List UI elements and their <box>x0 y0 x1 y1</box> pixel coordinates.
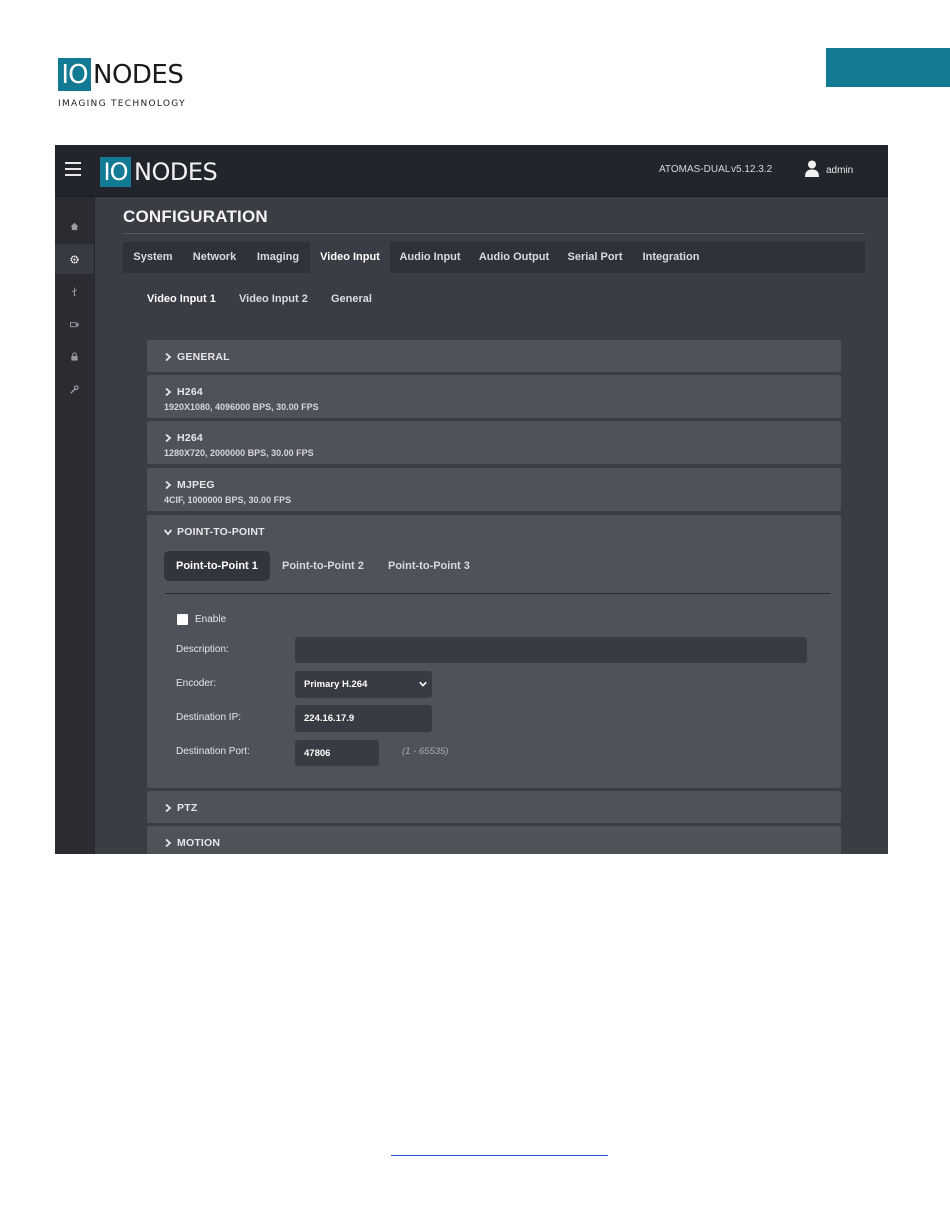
chevron-right-icon <box>165 353 172 361</box>
section-ptz[interactable]: PTZ <box>147 791 841 823</box>
section-h264-secondary[interactable]: H264 1280X720, 2000000 BPS, 30.00 FPS <box>147 421 841 464</box>
title-divider <box>123 233 865 234</box>
encoder-selected-value: Primary H.264 <box>304 679 368 690</box>
user-name[interactable]: admin <box>826 165 853 176</box>
tab-audio-output[interactable]: Audio Output <box>470 242 558 273</box>
destination-port-label: Destination Port: <box>176 746 250 757</box>
section-header[interactable]: PTZ <box>164 802 197 814</box>
section-point-to-point: POINT-TO-POINT Point-to-Point 1 Point-to… <box>147 515 841 788</box>
section-summary: 4CIF, 1000000 BPS, 30.00 FPS <box>164 495 292 505</box>
section-mjpeg[interactable]: MJPEG 4CIF, 1000000 BPS, 30.00 FPS <box>147 468 841 511</box>
description-label: Description: <box>176 644 229 655</box>
tab-video-input[interactable]: Video Input <box>310 242 390 273</box>
subtab-video-input-2[interactable]: Video Input 2 <box>239 293 308 305</box>
section-header[interactable]: H264 <box>164 432 203 444</box>
section-title: H264 <box>177 432 203 444</box>
lock-icon <box>71 351 78 361</box>
tab-point-to-point-2[interactable]: Point-to-Point 2 <box>270 551 376 581</box>
sidebar-item-configuration[interactable] <box>55 244 94 274</box>
sidebar-item-home[interactable] <box>55 211 94 241</box>
tab-integration[interactable]: Integration <box>632 242 710 273</box>
section-title: H264 <box>177 386 203 398</box>
section-h264-primary[interactable]: H264 1920X1080, 4096000 BPS, 30.00 FPS <box>147 375 841 418</box>
section-title: MOTION <box>177 837 221 849</box>
tab-audio-input[interactable]: Audio Input <box>390 242 470 273</box>
document-header-tab <box>826 48 950 87</box>
document-logo: IO NODES IMAGING TECHNOLOGY <box>58 58 186 109</box>
destination-ip-input[interactable]: 224.16.17.9 <box>295 705 432 732</box>
section-summary: 1280X720, 2000000 BPS, 30.00 FPS <box>164 448 314 458</box>
subtab-video-input-1[interactable]: Video Input 1 <box>147 293 216 305</box>
sidebar-item-security[interactable] <box>55 341 94 371</box>
chevron-right-icon <box>165 481 172 489</box>
description-input[interactable] <box>295 637 807 663</box>
tab-system[interactable]: System <box>123 242 183 273</box>
destination-port-input[interactable]: 47806 <box>295 740 379 766</box>
chevron-right-icon <box>165 804 172 812</box>
section-title: GENERAL <box>177 351 230 363</box>
chevron-right-icon <box>165 839 172 847</box>
sidebar <box>55 197 95 854</box>
section-motion[interactable]: MOTION <box>147 826 841 854</box>
encoder-select[interactable]: Primary H.264 <box>295 671 432 698</box>
logo-io-mark: IO <box>58 58 91 91</box>
port-range-hint: (1 - 65535) <box>402 746 449 757</box>
destination-ip-label: Destination IP: <box>176 712 242 723</box>
tab-divider <box>165 593 830 594</box>
section-general[interactable]: GENERAL <box>147 340 841 372</box>
video-input-panel: Video Input 1 Video Input 2 General GENE… <box>123 273 865 854</box>
section-title: POINT-TO-POINT <box>177 526 265 538</box>
tab-network[interactable]: Network <box>183 242 246 273</box>
chevron-down-icon <box>419 681 427 687</box>
wrench-icon <box>70 384 79 394</box>
section-title: MJPEG <box>177 479 215 491</box>
tab-imaging[interactable]: Imaging <box>246 242 310 273</box>
section-header[interactable]: H264 <box>164 386 203 398</box>
gear-icon <box>70 254 79 264</box>
usb-icon <box>71 286 77 296</box>
app-logo[interactable]: IO NODES <box>100 157 218 187</box>
top-navbar: IO NODES ATOMAS-DUAL v5.12.3.2 admin <box>55 145 888 197</box>
chevron-right-icon <box>165 434 172 442</box>
chevron-right-icon <box>165 388 172 396</box>
app-screenshot: IO NODES ATOMAS-DUAL v5.12.3.2 admin CON… <box>55 145 888 854</box>
enable-checkbox[interactable] <box>177 614 188 625</box>
page-title: CONFIGURATION <box>123 207 268 226</box>
encoder-label: Encoder: <box>176 678 217 689</box>
enable-label: Enable <box>195 614 227 625</box>
config-tabs: System Network Imaging Video Input Audio… <box>123 242 865 273</box>
tab-serial-port[interactable]: Serial Port <box>558 242 632 273</box>
document-footer-link[interactable] <box>391 1143 608 1156</box>
user-icon[interactable] <box>804 160 820 177</box>
hamburger-menu-icon[interactable] <box>65 162 81 176</box>
sidebar-item-camera[interactable] <box>55 309 94 339</box>
chevron-down-icon <box>164 529 172 536</box>
tab-point-to-point-1[interactable]: Point-to-Point 1 <box>164 551 270 581</box>
device-name: ATOMAS-DUAL <box>659 164 731 175</box>
sidebar-item-maintenance[interactable] <box>55 374 94 404</box>
tab-point-to-point-3[interactable]: Point-to-Point 3 <box>376 551 482 581</box>
app-logo-io-mark: IO <box>100 157 131 187</box>
section-header[interactable]: MJPEG <box>164 479 215 491</box>
sidebar-item-usb[interactable] <box>55 276 94 306</box>
camera-icon <box>70 321 79 327</box>
section-header[interactable]: POINT-TO-POINT <box>164 526 265 538</box>
section-header[interactable]: MOTION <box>164 837 220 849</box>
app-logo-nodes-text: NODES <box>134 158 218 186</box>
section-title: PTZ <box>177 802 198 814</box>
subtab-general[interactable]: General <box>331 293 372 305</box>
firmware-version: v5.12.3.2 <box>731 164 773 175</box>
section-header[interactable]: GENERAL <box>164 351 230 363</box>
logo-nodes-text: NODES <box>93 59 184 90</box>
logo-tagline: IMAGING TECHNOLOGY <box>58 99 186 109</box>
section-summary: 1920X1080, 4096000 BPS, 30.00 FPS <box>164 402 319 412</box>
home-icon <box>70 222 79 230</box>
